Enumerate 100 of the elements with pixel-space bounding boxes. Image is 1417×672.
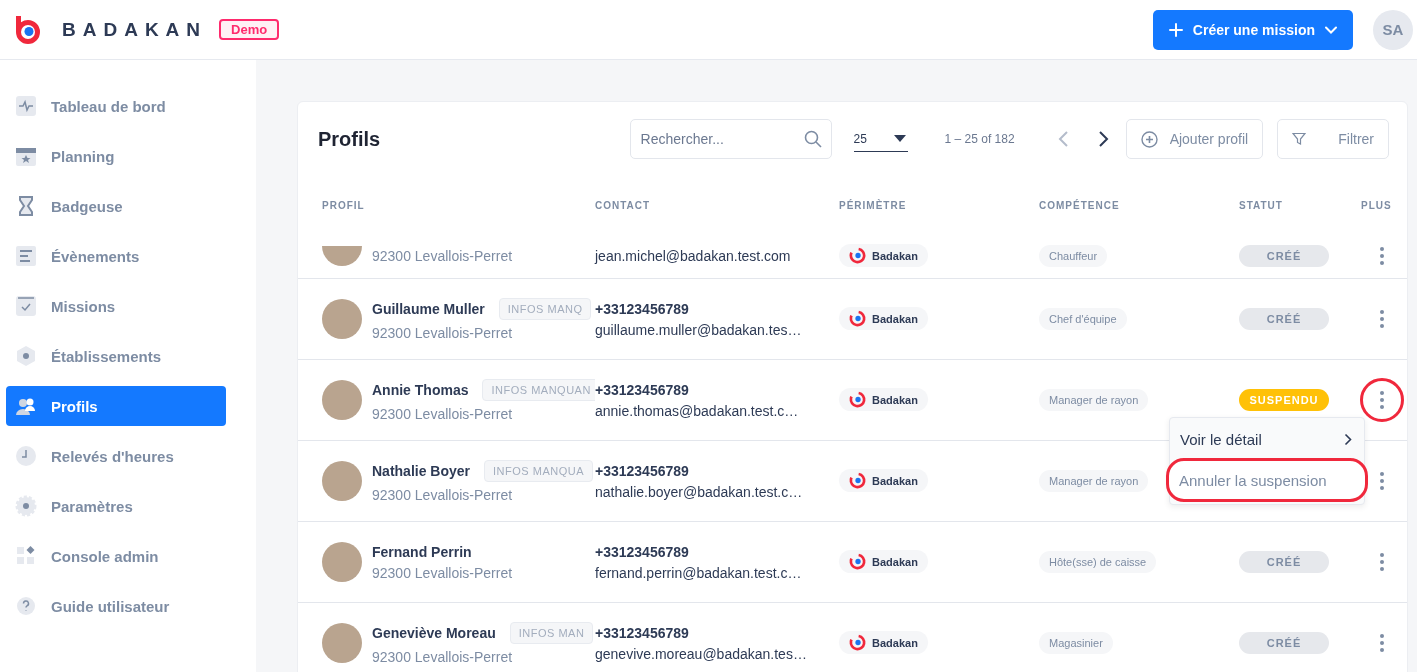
perimeter-tag: Badakan xyxy=(839,550,928,573)
sidebar-item[interactable]: Évènements xyxy=(6,236,226,276)
kebab-menu-icon xyxy=(1380,553,1384,571)
demo-badge: Demo xyxy=(219,19,280,40)
competence-tag: Chauffeur xyxy=(1039,245,1108,267)
email-address: jean.michel@badakan.test.com xyxy=(595,248,792,264)
competence-tag: Hôte(sse) de caisse xyxy=(1039,551,1157,573)
menu-item[interactable]: Voir le détail xyxy=(1170,420,1364,458)
nav-icon xyxy=(15,145,37,167)
profile-name[interactable]: Nathalie Boyer xyxy=(372,462,471,479)
nav-icon xyxy=(15,295,37,317)
kebab-menu-icon xyxy=(1380,634,1384,652)
logo-icon xyxy=(849,553,866,570)
email-address: guillaume.muller@badakan.tes… xyxy=(595,321,803,338)
card-title: Profils xyxy=(318,127,382,151)
missing-info-tag: INFOS MANQUAN xyxy=(482,378,595,401)
profile-city: 92300 Levallois-Perret xyxy=(372,564,513,581)
competence-tag: Magasinier xyxy=(1039,632,1113,654)
avatar-placeholder xyxy=(322,380,362,420)
profile-city: 92300 Levallois-Perret xyxy=(372,324,514,341)
sidebar-item[interactable]: Tableau de bord xyxy=(6,86,226,126)
search-icon xyxy=(803,130,822,148)
search-field[interactable]: Rechercher... xyxy=(629,119,832,159)
menu-item[interactable]: Annuler la suspension xyxy=(1166,458,1368,502)
phone-number: +33123456789 xyxy=(595,462,690,479)
email-address: nathalie.boyer@badakan.test.c… xyxy=(595,483,804,500)
profile-city: 92300 Levallois-Perret xyxy=(372,486,514,503)
sidebar-item[interactable]: Paramètres xyxy=(6,486,226,526)
sidebar-item[interactable]: Missions xyxy=(6,286,226,326)
sidebar-item[interactable]: Planning xyxy=(6,136,226,176)
kebab-menu-icon xyxy=(1380,310,1384,328)
sidebar-item[interactable]: Console admin xyxy=(6,536,226,576)
email-address: annie.thomas@badakan.test.c… xyxy=(595,402,800,419)
perimeter-tag: Badakan xyxy=(839,388,928,411)
competence-tag: Manager de rayon xyxy=(1039,389,1149,411)
avatar-placeholder xyxy=(322,461,362,501)
add-profile-button[interactable]: Ajouter profil xyxy=(1125,119,1264,159)
caret-icon xyxy=(893,135,906,142)
plus-icon xyxy=(1168,22,1183,37)
sidebar-item[interactable]: Badgeuse xyxy=(6,186,226,226)
profile-name[interactable]: Fernand Perrin xyxy=(372,543,472,560)
filter-button[interactable]: Filtrer xyxy=(1277,119,1389,159)
avatar-placeholder xyxy=(322,299,362,339)
profile-city: 92300 Levallois-Perret xyxy=(372,248,513,264)
logo-icon xyxy=(849,247,866,264)
sidebar-item[interactable]: Relevés d'heures xyxy=(6,436,226,476)
create-mission-button[interactable]: Créer une mission xyxy=(1152,9,1353,50)
profile-name[interactable]: Guillaume Muller xyxy=(372,300,485,317)
column-header: PÉRIMÈTRE xyxy=(839,199,908,211)
profile-name[interactable]: Geneviève Moreau xyxy=(372,624,496,641)
previous-page-icon[interactable] xyxy=(1056,130,1069,148)
phone-number: +33123456789 xyxy=(595,624,690,641)
nav-icon xyxy=(15,245,37,267)
nav-icon xyxy=(15,95,37,117)
profile-name[interactable]: Annie Thomas xyxy=(372,381,469,398)
status-badge: CRÉÉ xyxy=(1239,632,1329,654)
email-address: genevive.moreau@badakan.tes… xyxy=(595,645,808,662)
status-badge: CRÉÉ xyxy=(1239,245,1329,267)
status-badge: CRÉÉ xyxy=(1239,308,1329,330)
nav-icon xyxy=(15,595,37,617)
sidebar-item[interactable]: Profils xyxy=(6,386,226,426)
column-header: PLUS xyxy=(1361,199,1393,211)
nav-icon xyxy=(15,495,37,517)
competence-tag: Chef d'équipe xyxy=(1039,308,1127,330)
user-avatar[interactable]: SA xyxy=(1373,9,1413,50)
logo-icon xyxy=(849,472,866,489)
status-badge: SUSPENDU xyxy=(1239,389,1329,411)
chevron-down-icon xyxy=(1325,25,1337,34)
plus-circle-icon xyxy=(1140,130,1158,148)
kebab-menu-icon xyxy=(1380,391,1384,409)
phone-number: +33123456789 xyxy=(595,381,690,398)
avatar-placeholder xyxy=(322,542,362,582)
column-header: CONTACT xyxy=(595,199,652,211)
page-range: 1 – 25 of 182 xyxy=(944,132,1015,146)
avatar-placeholder xyxy=(322,246,362,266)
status-badge: CRÉÉ xyxy=(1239,551,1329,573)
next-page-icon[interactable] xyxy=(1097,130,1110,148)
logo-icon xyxy=(849,391,866,408)
column-header: STATUT xyxy=(1239,199,1284,211)
sidebar-item[interactable]: Établissements xyxy=(6,336,226,376)
nav-icon xyxy=(15,445,37,467)
nav-icon xyxy=(15,545,37,567)
competence-tag: Manager de rayon xyxy=(1039,470,1149,492)
phone-number: +33123456789 xyxy=(595,543,690,560)
missing-info-tag: INFOS MANQ xyxy=(498,297,592,320)
kebab-menu-icon xyxy=(1380,472,1384,490)
logo-icon xyxy=(849,310,866,327)
chevron-right-icon xyxy=(1344,432,1352,446)
sidebar-item[interactable]: Guide utilisateur xyxy=(6,586,226,626)
avatar-placeholder xyxy=(322,623,362,663)
perimeter-tag: Badakan xyxy=(839,244,928,267)
missing-info-tag: INFOS MAN xyxy=(509,621,594,644)
nav-icon xyxy=(15,345,37,367)
page-size-select[interactable]: 25 xyxy=(853,126,908,152)
column-header: PROFIL xyxy=(322,199,366,211)
email-address: fernand.perrin@badakan.test.c… xyxy=(595,564,803,581)
filter-icon xyxy=(1292,132,1307,146)
missing-info-tag: INFOS MANQUA xyxy=(484,459,593,482)
profile-city: 92300 Levallois-Perret xyxy=(372,405,514,422)
perimeter-tag: Badakan xyxy=(839,631,928,654)
